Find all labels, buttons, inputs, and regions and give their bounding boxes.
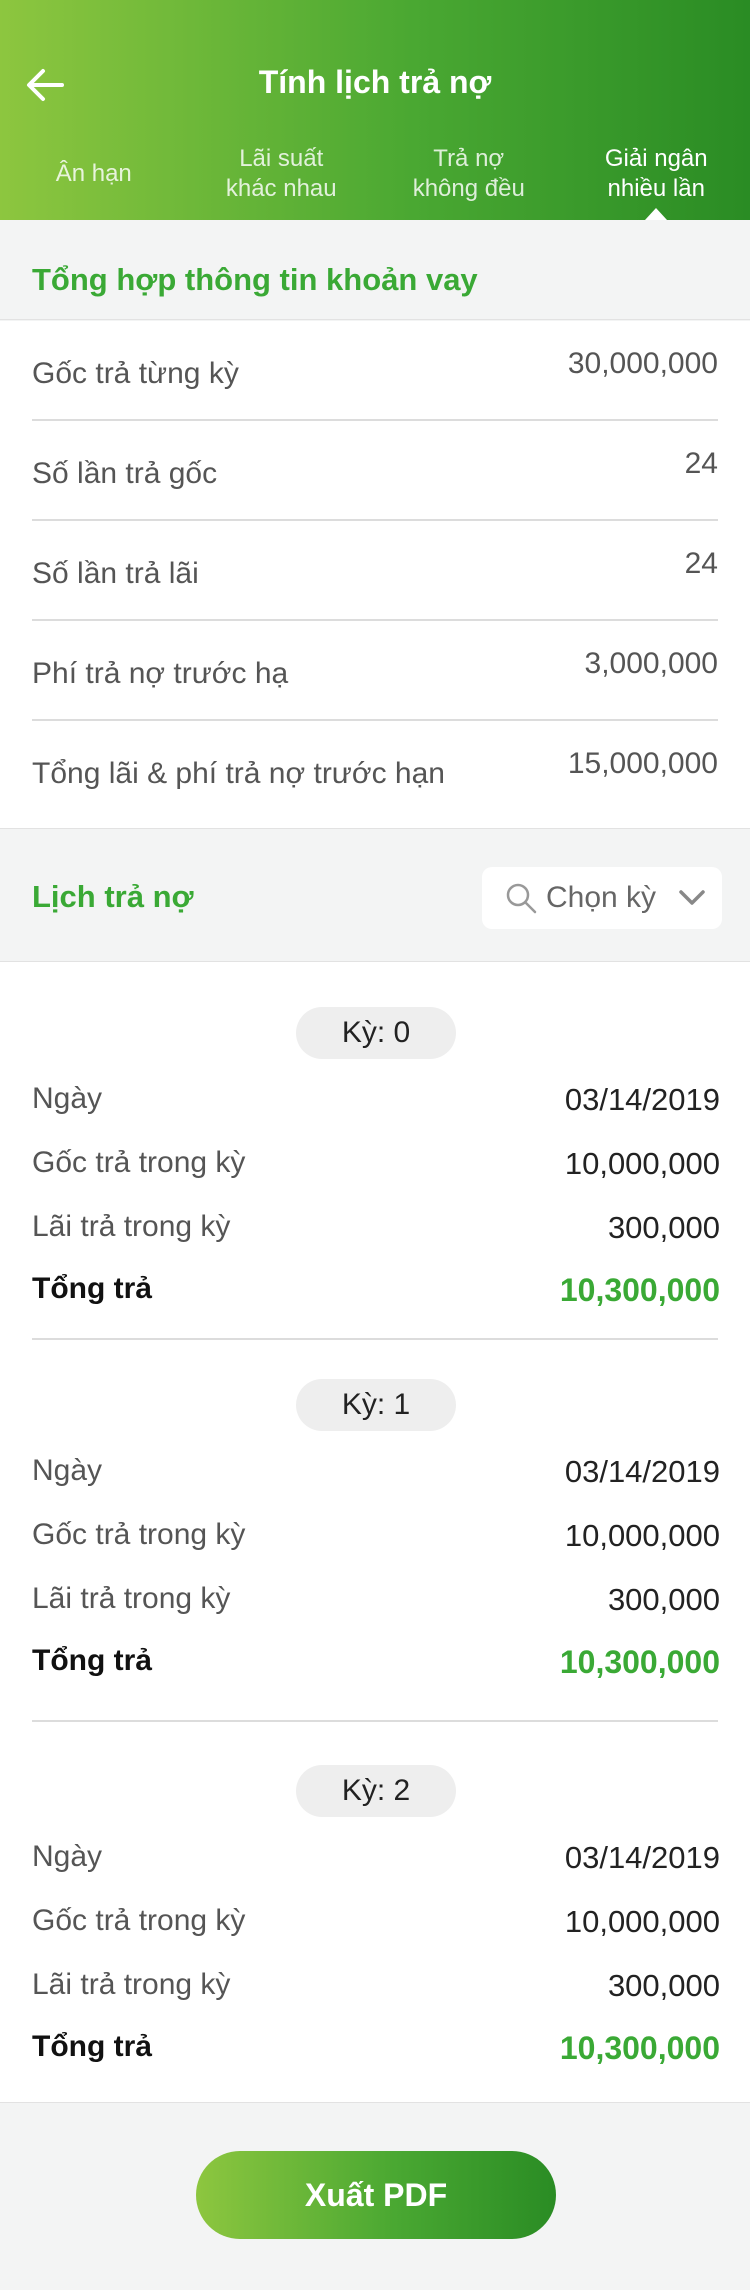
row-value: 300,000 bbox=[607, 1210, 720, 1245]
row-label: Gốc trả trong kỳ bbox=[32, 1518, 246, 1551]
period-row-date: Ngày 03/14/2019 bbox=[32, 1074, 720, 1124]
period-card: Kỳ: 1 Ngày 03/14/2019 Gốc trả trong kỳ 1… bbox=[0, 1334, 750, 1714]
top-bar: Tính lịch trả nợ bbox=[0, 40, 750, 130]
tab-irregular-repayment[interactable]: Trả nợ không đều bbox=[375, 128, 563, 220]
tab-different-rates[interactable]: Lãi suất khác nhau bbox=[188, 128, 376, 220]
tab-label: Lãi suất khác nhau bbox=[225, 145, 337, 202]
row-value: 10,300,000 bbox=[559, 1644, 720, 1680]
row-label: Ngày bbox=[32, 1454, 103, 1487]
row-value: 10,300,000 bbox=[559, 2030, 720, 2066]
summary-row: Số lần trả lãi 24 bbox=[32, 521, 718, 621]
summary-value: 30,000,000 bbox=[567, 347, 718, 380]
summary-label: Số lần trả gốc bbox=[32, 457, 218, 490]
summary-label: Tổng lãi & phí trả nợ trước hạn bbox=[32, 757, 445, 790]
active-tab-indicator bbox=[645, 208, 668, 220]
summary-section-header: Tổng hợp thông tin khoản vay bbox=[0, 220, 750, 320]
tab-label: Trả nợ không đều bbox=[412, 145, 525, 202]
row-label: Tổng trả bbox=[32, 1272, 152, 1305]
page-title: Tính lịch trả nợ bbox=[258, 64, 492, 100]
summary-row: Phí trả nợ trước hạ 3,000,000 bbox=[32, 621, 718, 721]
period-row-principal: Gốc trả trong kỳ 10,000,000 bbox=[32, 1896, 720, 1946]
period-row-principal: Gốc trả trong kỳ 10,000,000 bbox=[32, 1510, 720, 1560]
row-label: Tổng trả bbox=[32, 1644, 152, 1677]
period-row-total: Tổng trả 10,300,000 bbox=[32, 2022, 720, 2072]
row-value: 03/14/2019 bbox=[564, 1082, 720, 1117]
summary-value: 24 bbox=[684, 547, 718, 580]
search-icon bbox=[506, 883, 537, 914]
tab-bar: Ân hạn Lãi suất khác nhau Trả nợ không đ… bbox=[0, 128, 750, 220]
summary-value: 15,000,000 bbox=[567, 747, 718, 780]
header-bar: Tính lịch trả nợ Ân hạn Lãi suất khác nh… bbox=[0, 0, 750, 220]
row-label: Gốc trả trong kỳ bbox=[32, 1904, 246, 1937]
period-row-date: Ngày 03/14/2019 bbox=[32, 1832, 720, 1882]
summary-row: Tổng lãi & phí trả nợ trước hạn 15,000,0… bbox=[32, 721, 718, 821]
period-row-date: Ngày 03/14/2019 bbox=[32, 1446, 720, 1496]
tab-multiple-disbursement[interactable]: Giải ngân nhiều lần bbox=[563, 128, 750, 220]
row-value: 03/14/2019 bbox=[564, 1454, 720, 1489]
export-pdf-button[interactable]: Xuất PDF bbox=[196, 2151, 556, 2239]
schedule-title: Lịch trả nợ bbox=[32, 879, 194, 914]
row-label: Lãi trả trong kỳ bbox=[32, 1210, 231, 1243]
row-label: Lãi trả trong kỳ bbox=[32, 1582, 231, 1615]
row-value: 10,000,000 bbox=[564, 1518, 720, 1553]
footer-bar: Xuất PDF bbox=[0, 2102, 750, 2290]
row-value: 03/14/2019 bbox=[564, 1840, 720, 1875]
summary-value: 3,000,000 bbox=[584, 647, 718, 680]
row-label: Ngày bbox=[32, 1082, 103, 1115]
period-badge: Kỳ: 2 bbox=[296, 1765, 456, 1817]
period-select[interactable]: Chọn kỳ bbox=[482, 867, 722, 929]
row-label: Ngày bbox=[32, 1840, 103, 1873]
row-value: 10,000,000 bbox=[564, 1146, 720, 1181]
summary-value: 24 bbox=[684, 447, 718, 480]
summary-row: Gốc trả từng kỳ 30,000,000 bbox=[32, 321, 718, 421]
select-placeholder: Chọn kỳ bbox=[546, 881, 657, 914]
summary-label: Gốc trả từng kỳ bbox=[32, 357, 239, 390]
period-row-total: Tổng trả 10,300,000 bbox=[32, 1264, 720, 1314]
period-row-principal: Gốc trả trong kỳ 10,000,000 bbox=[32, 1138, 720, 1188]
schedule-list: Kỳ: 0 Ngày 03/14/2019 Gốc trả trong kỳ 1… bbox=[0, 962, 750, 2102]
period-badge: Kỳ: 1 bbox=[296, 1379, 456, 1431]
summary-card: Gốc trả từng kỳ 30,000,000 Số lần trả gố… bbox=[0, 321, 750, 828]
summary-label: Phí trả nợ trước hạ bbox=[32, 657, 289, 690]
row-value: 300,000 bbox=[607, 1582, 720, 1617]
chevron-down-icon bbox=[679, 890, 705, 905]
period-card: Kỳ: 2 Ngày 03/14/2019 Gốc trả trong kỳ 1… bbox=[0, 1720, 750, 2100]
tab-label: Ân hạn bbox=[55, 160, 132, 187]
row-label: Tổng trả bbox=[32, 2030, 152, 2063]
period-row-total: Tổng trả 10,300,000 bbox=[32, 1636, 720, 1686]
row-value: 10,000,000 bbox=[564, 1904, 720, 1939]
row-label: Lãi trả trong kỳ bbox=[32, 1968, 231, 2001]
period-row-interest: Lãi trả trong kỳ 300,000 bbox=[32, 1202, 720, 1252]
row-value: 300,000 bbox=[607, 1968, 720, 2003]
summary-label: Số lần trả lãi bbox=[32, 557, 199, 590]
summary-row: Số lần trả gốc 24 bbox=[32, 421, 718, 521]
tab-label: Giải ngân nhiều lần bbox=[604, 145, 708, 202]
period-row-interest: Lãi trả trong kỳ 300,000 bbox=[32, 1574, 720, 1624]
row-value: 10,300,000 bbox=[559, 1272, 720, 1308]
period-row-interest: Lãi trả trong kỳ 300,000 bbox=[32, 1960, 720, 2010]
tab-grace-period[interactable]: Ân hạn bbox=[0, 128, 188, 220]
summary-title: Tổng hợp thông tin khoản vay bbox=[32, 262, 478, 297]
row-label: Gốc trả trong kỳ bbox=[32, 1146, 246, 1179]
period-card: Kỳ: 0 Ngày 03/14/2019 Gốc trả trong kỳ 1… bbox=[0, 962, 750, 1342]
period-badge: Kỳ: 0 bbox=[296, 1007, 456, 1059]
schedule-section-header: Lịch trả nợ Chọn kỳ bbox=[0, 828, 750, 962]
